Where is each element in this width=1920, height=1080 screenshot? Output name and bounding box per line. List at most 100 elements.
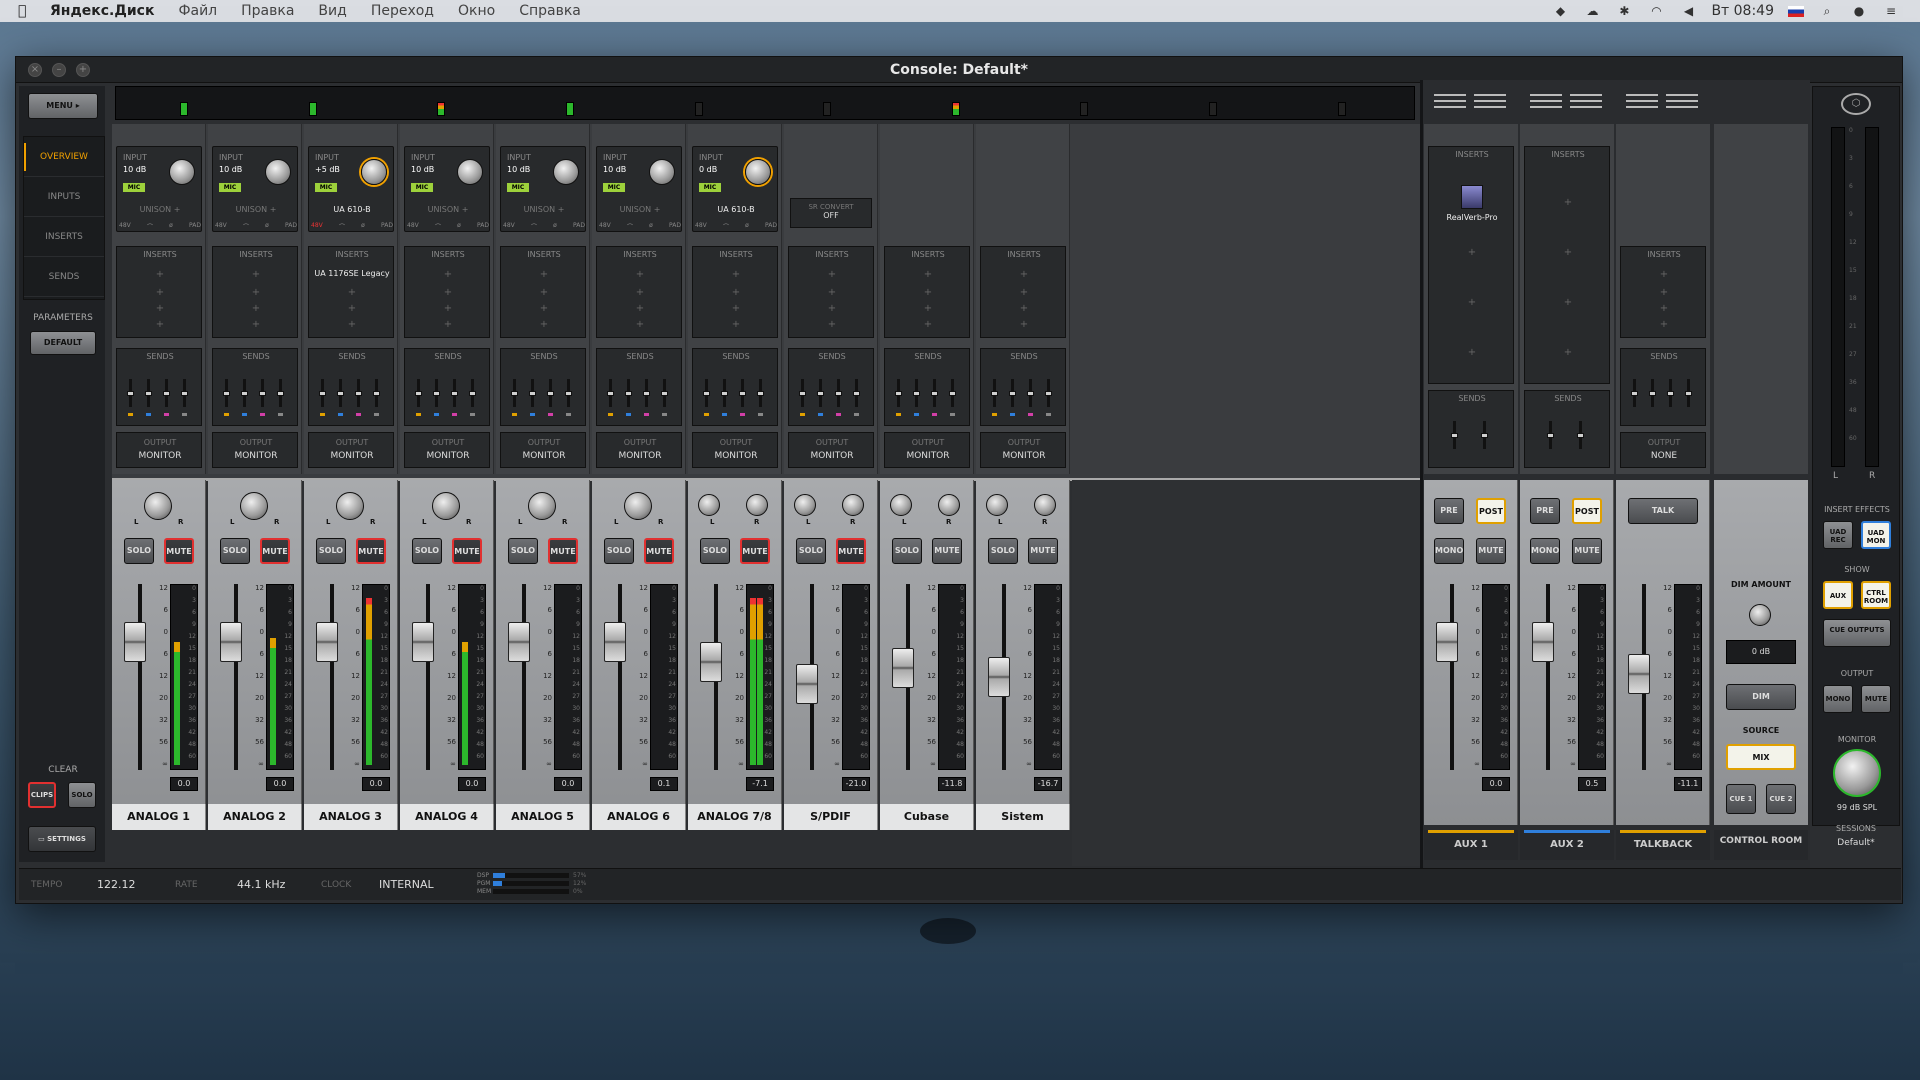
bluetooth-icon[interactable]: ✱	[1615, 4, 1633, 18]
post-button[interactable]: POST	[1572, 498, 1602, 524]
channel-name[interactable]: S/PDIF	[784, 804, 878, 830]
send-fader[interactable]	[415, 391, 422, 396]
send-fader[interactable]	[1451, 433, 1458, 438]
volume-fader[interactable]	[412, 622, 434, 662]
add-insert-icon[interactable]: +	[885, 287, 971, 298]
pan-knob[interactable]	[528, 492, 556, 520]
preamp-type[interactable]: UNISON +	[597, 205, 683, 214]
mute-button[interactable]: MUTE	[740, 538, 770, 564]
add-insert-icon[interactable]: +	[1429, 247, 1515, 258]
output-select[interactable]: OUTPUT MONITOR	[308, 432, 394, 468]
preamp-type[interactable]: UA 610-B	[309, 205, 395, 214]
pan-knob-right[interactable]	[842, 494, 864, 516]
phase-button[interactable]: ø	[553, 222, 557, 231]
phase-button[interactable]: ø	[265, 222, 269, 231]
pan-knob-right[interactable]	[938, 494, 960, 516]
send-fader[interactable]	[817, 391, 824, 396]
mute-button[interactable]: MUTE	[452, 538, 482, 564]
menu-file[interactable]: Файл	[178, 3, 217, 19]
cue2-button[interactable]: CUE 2	[1766, 784, 1796, 814]
add-insert-icon[interactable]: +	[981, 269, 1067, 280]
send-fader[interactable]	[241, 391, 248, 396]
phantom-48v-button[interactable]: 48V	[119, 222, 131, 231]
uad-rec-button[interactable]: UAD REC	[1823, 521, 1853, 549]
gain-knob[interactable]	[745, 159, 771, 185]
volume-fader[interactable]	[796, 664, 818, 704]
send-fader[interactable]	[1481, 433, 1488, 438]
menu-app-name[interactable]: Яндекс.Диск	[50, 3, 154, 19]
session-name[interactable]: Default*	[1812, 838, 1900, 848]
mic-badge[interactable]: MIC	[315, 183, 337, 192]
add-insert-icon[interactable]: +	[1621, 303, 1707, 314]
add-insert-icon[interactable]: +	[501, 287, 587, 298]
solo-button[interactable]: SOLO	[412, 538, 442, 564]
phantom-48v-button[interactable]: 48V	[311, 222, 323, 231]
send-fader[interactable]	[991, 391, 998, 396]
rate-value[interactable]: 44.1 kHz	[237, 878, 285, 891]
preamp-type[interactable]: UA 610-B	[693, 205, 779, 214]
nav-inserts[interactable]: INSERTS	[24, 217, 104, 257]
send-fader[interactable]	[1631, 391, 1638, 396]
add-insert-icon[interactable]: +	[1525, 297, 1611, 308]
clear-clips-button[interactable]: CLIPS	[28, 782, 56, 808]
menu-help[interactable]: Справка	[519, 3, 581, 19]
solo-button[interactable]: SOLO	[508, 538, 538, 564]
diamond-icon[interactable]: ◆	[1551, 4, 1569, 18]
lowcut-button[interactable]: ⌒	[243, 222, 249, 231]
menu-go[interactable]: Переход	[371, 3, 434, 19]
add-insert-icon[interactable]: +	[117, 269, 203, 280]
mic-badge[interactable]: MIC	[219, 183, 241, 192]
pan-knob-right[interactable]	[746, 494, 768, 516]
send-fader[interactable]	[739, 391, 746, 396]
add-insert-icon[interactable]: +	[693, 303, 779, 314]
add-insert-icon[interactable]: +	[117, 303, 203, 314]
channel-name[interactable]: ANALOG 6	[592, 804, 686, 830]
apple-icon[interactable]: 	[18, 3, 38, 19]
pad-button[interactable]: PAD	[477, 222, 489, 231]
pan-knob-left[interactable]	[794, 494, 816, 516]
cloud-icon[interactable]: ☁	[1583, 4, 1601, 18]
pan-knob[interactable]	[144, 492, 172, 520]
add-insert-icon[interactable]: +	[597, 319, 683, 330]
add-insert-icon[interactable]: +	[1525, 347, 1611, 358]
add-insert-icon[interactable]: +	[597, 269, 683, 280]
phantom-48v-button[interactable]: 48V	[215, 222, 227, 231]
mute-button[interactable]: MUTE	[932, 538, 962, 564]
add-insert-icon[interactable]: +	[213, 287, 299, 298]
add-insert-icon[interactable]: +	[1621, 319, 1707, 330]
pan-knob[interactable]	[432, 492, 460, 520]
pad-button[interactable]: PAD	[381, 222, 393, 231]
menu-button[interactable]: MENU ▸	[28, 93, 98, 119]
post-button[interactable]: POST	[1476, 498, 1506, 524]
lowcut-button[interactable]: ⌒	[531, 222, 537, 231]
mute-button[interactable]: MUTE	[260, 538, 290, 564]
solo-button[interactable]: SOLO	[700, 538, 730, 564]
send-fader[interactable]	[181, 391, 188, 396]
mute-button[interactable]: MUTE	[1028, 538, 1058, 564]
add-insert-icon[interactable]: +	[981, 303, 1067, 314]
pan-knob-left[interactable]	[698, 494, 720, 516]
add-insert-icon[interactable]: +	[1621, 269, 1707, 280]
lowcut-button[interactable]: ⌒	[627, 222, 633, 231]
send-fader[interactable]	[433, 391, 440, 396]
user-icon[interactable]: ●	[1850, 4, 1868, 18]
add-insert-icon[interactable]: +	[213, 319, 299, 330]
add-insert-icon[interactable]: +	[789, 287, 875, 298]
channel-name[interactable]: ANALOG 4	[400, 804, 494, 830]
preamp-type[interactable]: UNISON +	[405, 205, 491, 214]
phantom-48v-button[interactable]: 48V	[503, 222, 515, 231]
channel-name[interactable]: ANALOG 7/8	[688, 804, 782, 830]
send-fader[interactable]	[277, 391, 284, 396]
wifi-icon[interactable]: ◠	[1647, 4, 1665, 18]
insert-plugin[interactable]: RealVerb-Pro	[1429, 213, 1515, 222]
volume-fader[interactable]	[892, 648, 914, 688]
lowcut-button[interactable]: ⌒	[147, 222, 153, 231]
add-insert-icon[interactable]: +	[693, 319, 779, 330]
phase-button[interactable]: ø	[361, 222, 365, 231]
mute-button[interactable]: MUTE	[836, 538, 866, 564]
send-fader[interactable]	[757, 391, 764, 396]
add-insert-icon[interactable]: +	[789, 319, 875, 330]
settings-button[interactable]: ▭ SETTINGS	[28, 826, 96, 852]
send-fader[interactable]	[703, 391, 710, 396]
mute-button[interactable]: MUTE	[356, 538, 386, 564]
